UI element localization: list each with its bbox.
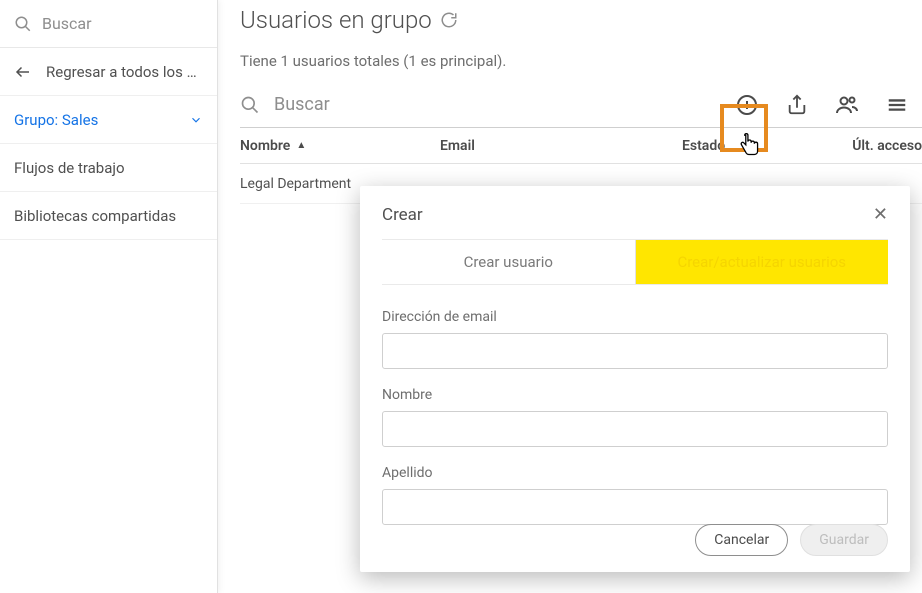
create-user-modal: Crear ✕ Crear usuario Crear/actualizar u… xyxy=(360,186,910,572)
users-button[interactable] xyxy=(832,90,862,120)
email-field[interactable] xyxy=(382,333,888,369)
sidebar-back[interactable]: Regresar a todos los gr... xyxy=(0,48,217,96)
subtitle: Tiene 1 usuarios totales (1 es principal… xyxy=(240,52,922,70)
sidebar-item-workflows[interactable]: Flujos de trabajo xyxy=(0,144,217,192)
last-name-label: Apellido xyxy=(382,465,888,481)
sidebar-item-libraries[interactable]: Bibliotecas compartidas xyxy=(0,192,217,240)
sidebar-item-label: Grupo: Sales xyxy=(14,111,189,129)
page-title: Usuarios en grupo xyxy=(240,6,432,34)
email-label: Dirección de email xyxy=(382,309,888,325)
column-state[interactable]: Estado xyxy=(682,138,812,154)
column-email[interactable]: Email xyxy=(440,138,670,154)
close-icon[interactable]: ✕ xyxy=(873,204,888,225)
search-icon xyxy=(240,95,260,115)
last-name-field[interactable] xyxy=(382,489,888,525)
column-name[interactable]: Nombre ▲ xyxy=(240,138,440,154)
add-user-button[interactable] xyxy=(732,90,762,120)
save-button: Guardar xyxy=(800,524,888,556)
arrow-left-icon xyxy=(14,63,32,81)
first-name-field[interactable] xyxy=(382,411,888,447)
tab-create-user[interactable]: Crear usuario xyxy=(382,240,636,284)
toolbar: Buscar xyxy=(240,82,922,128)
modal-title: Crear xyxy=(382,205,423,225)
sidebar-back-label: Regresar a todos los gr... xyxy=(46,63,203,81)
export-button[interactable] xyxy=(782,90,812,120)
toolbar-search[interactable]: Buscar xyxy=(240,94,732,115)
menu-button[interactable] xyxy=(882,90,912,120)
sidebar-search-placeholder: Buscar xyxy=(42,14,92,33)
sort-asc-icon: ▲ xyxy=(296,140,306,151)
toolbar-actions xyxy=(732,90,912,120)
cancel-button[interactable]: Cancelar xyxy=(695,524,788,556)
search-icon xyxy=(14,15,32,33)
column-last-access[interactable]: Últ. acceso xyxy=(812,138,922,154)
create-user-form: Dirección de email Nombre Apellido xyxy=(382,309,888,543)
sidebar-item-label: Bibliotecas compartidas xyxy=(14,207,203,225)
first-name-label: Nombre xyxy=(382,387,888,403)
chevron-down-icon xyxy=(189,113,203,127)
sidebar-item-label: Flujos de trabajo xyxy=(14,159,203,177)
sidebar-item-group[interactable]: Grupo: Sales xyxy=(0,96,217,144)
modal-tabs: Crear usuario Crear/actualizar usuarios xyxy=(382,240,888,284)
refresh-icon[interactable] xyxy=(440,11,458,29)
toolbar-search-placeholder: Buscar xyxy=(274,94,330,115)
sidebar: Buscar Regresar a todos los gr... Grupo:… xyxy=(0,0,218,593)
sidebar-search[interactable]: Buscar xyxy=(0,0,217,48)
tab-bulk-update[interactable]: Crear/actualizar usuarios xyxy=(636,240,889,284)
page-title-row: Usuarios en grupo xyxy=(240,6,922,34)
table-header: Nombre ▲ Email Estado Últ. acceso xyxy=(240,128,922,164)
